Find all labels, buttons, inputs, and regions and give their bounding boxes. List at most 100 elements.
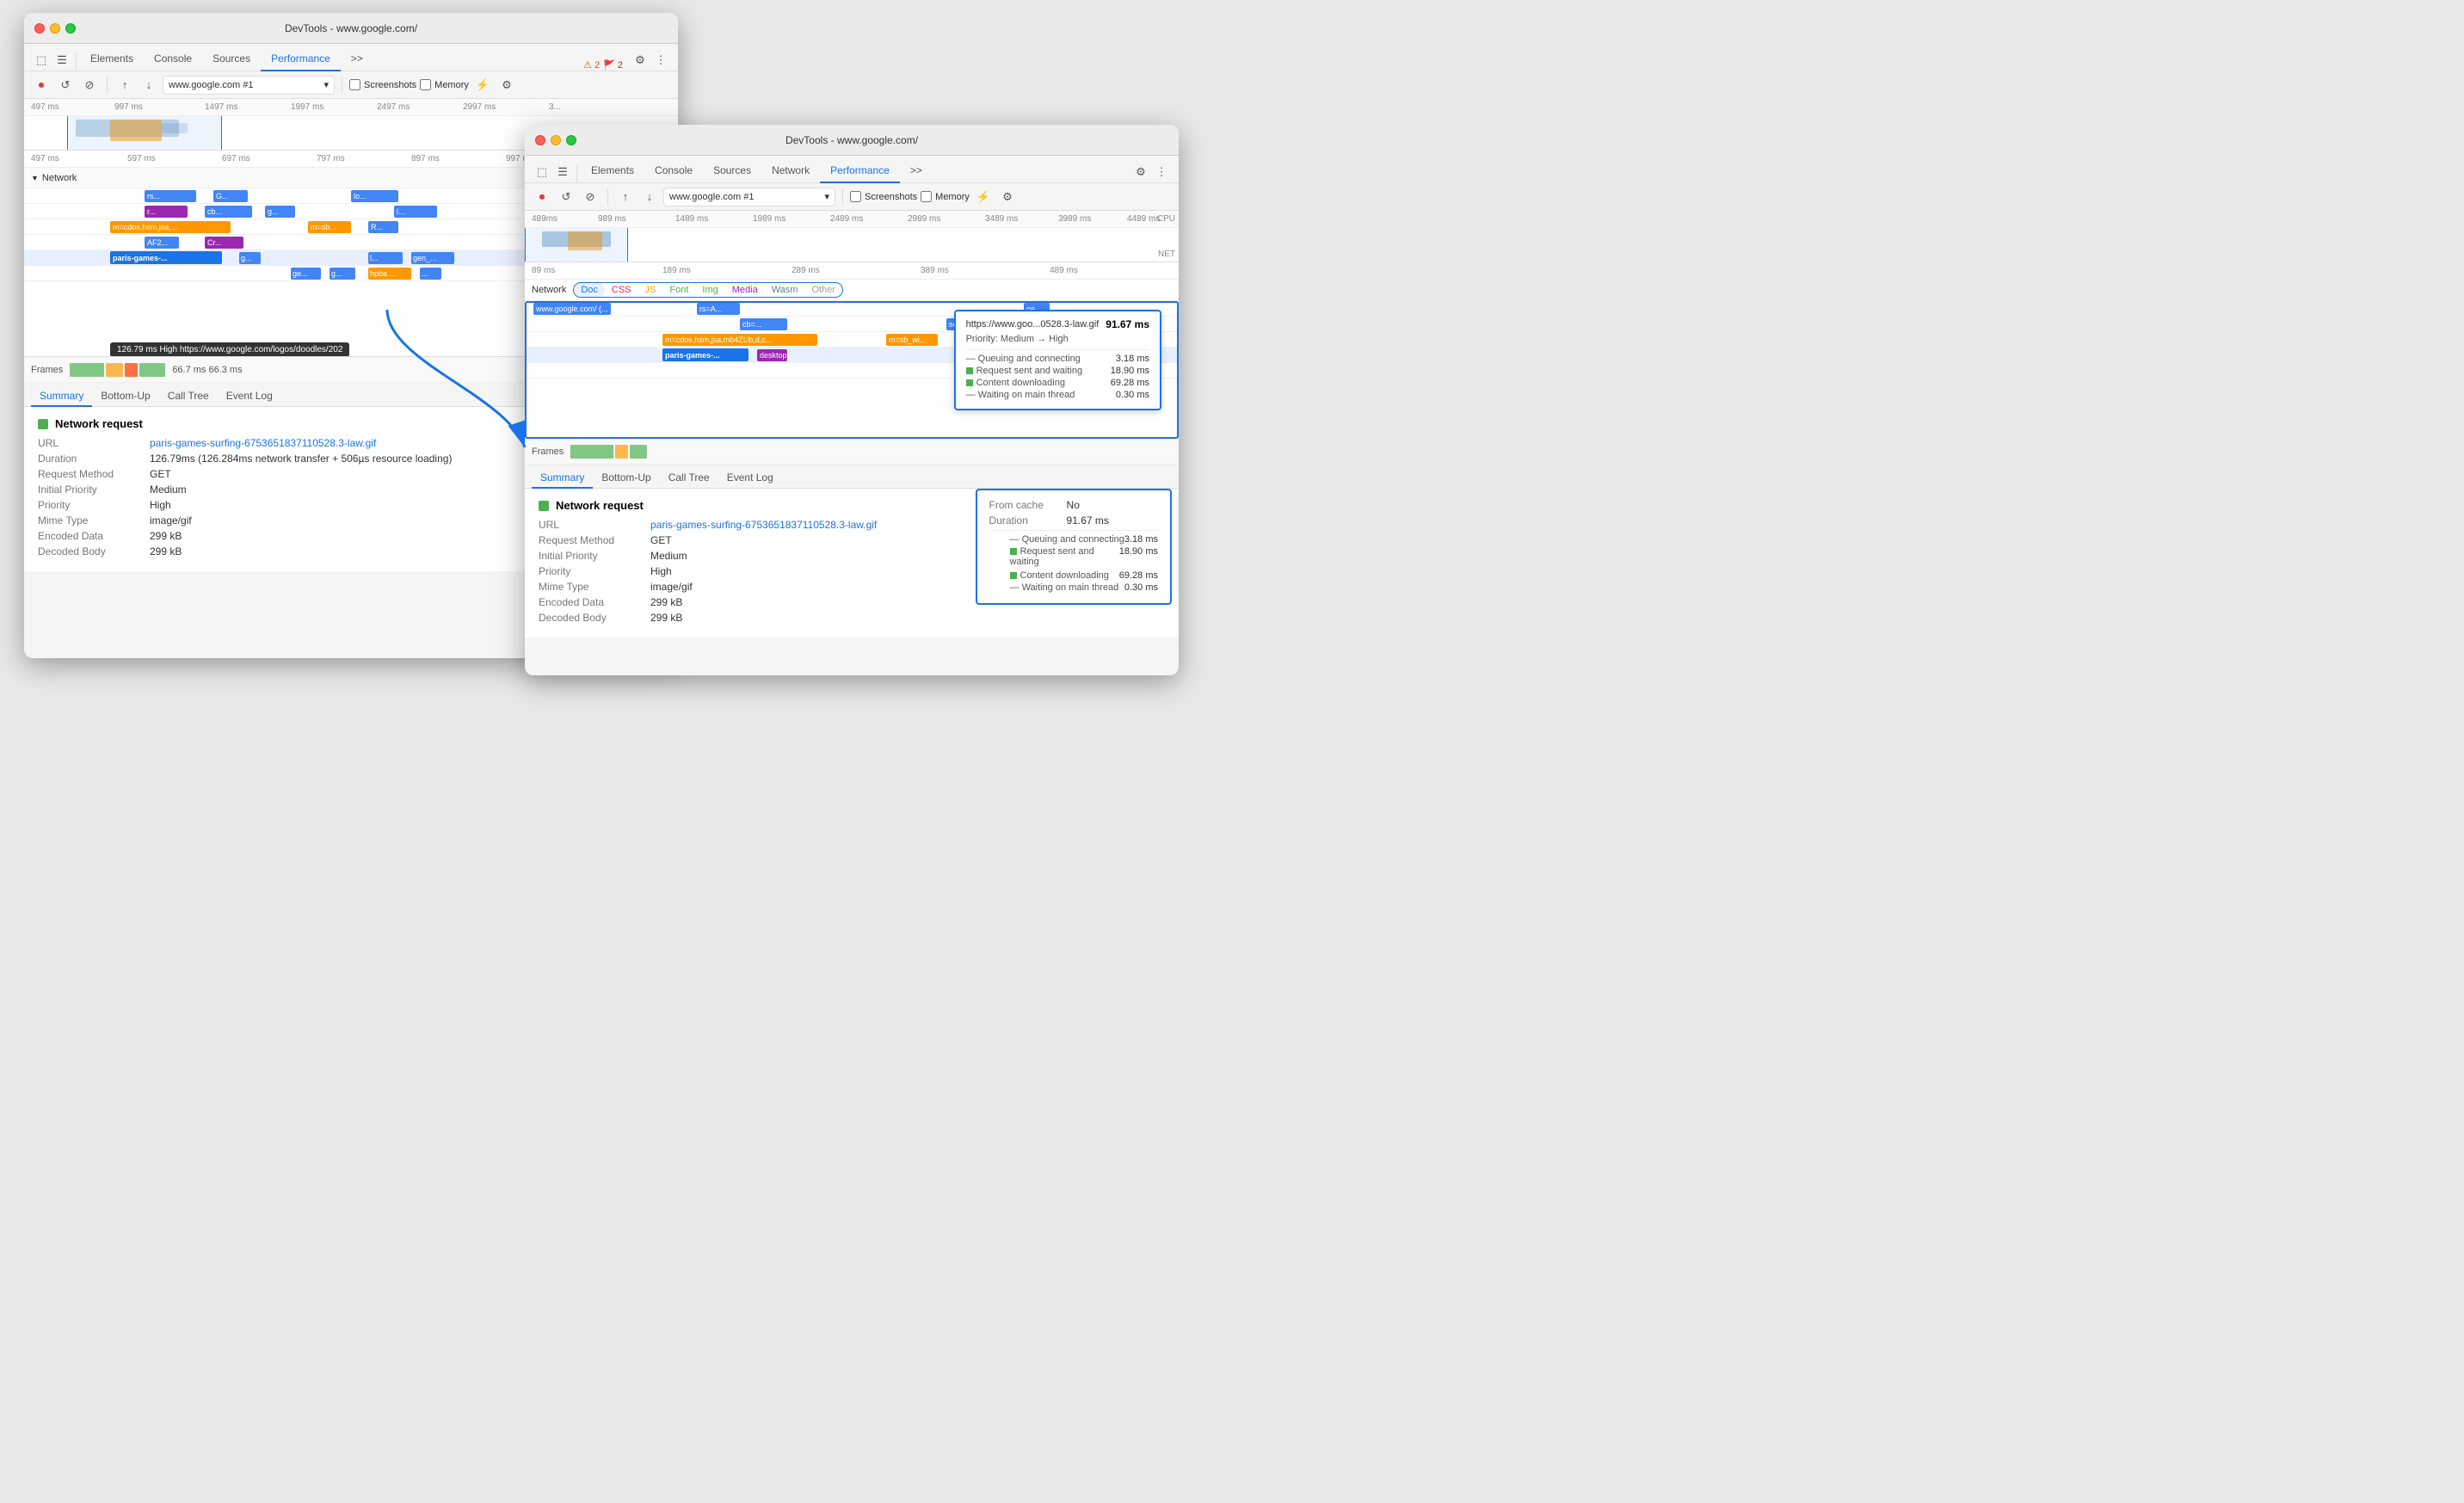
bar-tooltip-1: 126.79 ms High https://www.google.com/lo… [110,342,349,357]
cache-sub-rows-2: — Queuing and connecting 3.18 ms Request… [989,530,1158,593]
duration-label-1: Duration [38,453,150,465]
priority-value-1: High [150,499,171,511]
inspect-icon-2[interactable]: ⬚ [532,162,552,182]
network-tooltip-2: https://www.goo...0528.3-law.gif 91.67 m… [954,310,1161,410]
sep-1 [76,53,77,71]
filter-media-2[interactable]: Media [725,283,765,297]
net-bar-dots: ... [420,268,441,280]
tick-2-7: 3489 ms [985,214,1018,224]
tab-elements-2[interactable]: Elements [581,159,644,183]
sub-waiting-2: — Waiting on main thread 0.30 ms [996,582,1158,593]
memory-check-2[interactable]: Memory [921,191,970,202]
tab-more-1[interactable]: >> [341,47,373,71]
screenshots-check-1[interactable]: Screenshots [349,79,416,90]
inspect-icon-1[interactable]: ⬚ [31,50,52,71]
filter-other-2[interactable]: Other [804,283,842,297]
network-rows-2: www.google.com/ (... rs=A... ge... cb=..… [525,301,1179,439]
tab-sources-2[interactable]: Sources [703,159,761,183]
tooltip-priority-from-2: Medium [1001,334,1034,344]
frame-2-3 [630,445,647,459]
encoded-value-2: 299 kB [650,596,682,608]
network-label-1: Network [42,173,77,183]
record-icon-1[interactable]: ⏺ [31,75,52,95]
cpu-label-2: CPU [1157,214,1175,224]
tab-bottomup-2[interactable]: Bottom-Up [593,468,659,489]
filter-js-2[interactable]: JS [638,283,663,297]
tab-summary-1[interactable]: Summary [31,386,92,407]
init-priority-label-1: Initial Priority [38,484,150,496]
tab-summary-2[interactable]: Summary [532,468,593,489]
url-chevron-1[interactable]: ▾ [323,79,329,90]
reload-icon-2[interactable]: ↺ [556,187,576,207]
minimize-button-1[interactable] [50,23,60,34]
tab-performance-1[interactable]: Performance [261,47,341,71]
decoded-value-2: 299 kB [650,612,682,624]
reload-icon-1[interactable]: ↺ [55,75,76,95]
close-button-1[interactable] [34,23,45,34]
url-value-1[interactable]: paris-games-surfing-6753651837110528.3-l… [150,437,376,449]
tab-more-2[interactable]: >> [900,159,933,183]
net-bar-g: g... [239,252,261,264]
filter-wasm-2[interactable]: Wasm [765,283,805,297]
tab-calltree-2[interactable]: Call Tree [660,468,718,489]
tab-performance-2[interactable]: Performance [820,159,900,183]
init-priority-value-2: Medium [650,550,687,562]
device-icon-1[interactable]: ☰ [52,50,72,71]
tick-6: 2997 ms [463,102,496,112]
filter-img-2[interactable]: Img [695,283,724,297]
more-icon-2[interactable]: ⋮ [1151,162,1172,182]
stop-icon-2[interactable]: ⊘ [580,187,601,207]
tab-elements-1[interactable]: Elements [80,47,144,71]
record-icon-2[interactable]: ⏺ [532,187,552,207]
tick-2-1: 489ms [532,214,557,224]
tab-eventlog-2[interactable]: Event Log [718,468,782,489]
sub-queuing-2: — Queuing and connecting 3.18 ms [996,534,1158,545]
url-text-2: www.google.com #1 [669,192,754,202]
bar-mcdos-2: m=cdos,hsm,jsa,mb4ZUb,d,c... [662,334,817,346]
settings2-icon-1[interactable]: ⚙ [496,75,517,95]
maximize-button-1[interactable] [65,23,76,34]
download-icon-2[interactable]: ↓ [639,187,660,207]
url-chevron-2[interactable]: ▾ [824,191,829,202]
mime-value-2: image/gif [650,581,693,593]
window-title-2: DevTools - www.google.com/ [785,134,918,146]
filter-css-2[interactable]: CSS [605,283,638,297]
upload-icon-1[interactable]: ↑ [114,75,135,95]
sep-2 [107,77,108,94]
filter-doc-2[interactable]: Doc [574,283,605,297]
download-icon-1[interactable]: ↓ [139,75,159,95]
color-dot-1 [38,419,48,429]
sep-6 [842,188,843,206]
filter-font-2[interactable]: Font [662,283,695,297]
settings-icon-2[interactable]: ⚙ [1130,162,1151,182]
settings-icon-1[interactable]: ⚙ [630,50,650,71]
tick-7: 3... [549,102,561,112]
tab-sources-1[interactable]: Sources [202,47,261,71]
tab-eventlog-1[interactable]: Event Log [218,386,281,407]
more-icon-1[interactable]: ⋮ [650,50,671,71]
tick-3: 1497 ms [205,102,237,112]
upload-icon-2[interactable]: ↑ [615,187,636,207]
screenshots-check-2[interactable]: Screenshots [850,191,917,202]
timeline-ruler-1: 497 ms 997 ms 1497 ms 1997 ms 2497 ms 29… [24,99,678,116]
minimize-button-2[interactable] [551,135,561,145]
settings2-icon-2[interactable]: ⚙ [997,187,1018,207]
tab-calltree-1[interactable]: Call Tree [159,386,218,407]
priority-label-2: Priority [539,565,650,577]
bar-tooltip-text-1: 126.79 ms High https://www.google.com/lo… [117,345,342,354]
tooltip-priority-to-2: High [1049,334,1069,344]
tab-bottomup-1[interactable]: Bottom-Up [92,386,158,407]
perf-icon-1[interactable]: ⚡ [472,75,493,95]
close-button-2[interactable] [535,135,545,145]
tab-console-2[interactable]: Console [644,159,703,183]
device-icon-2[interactable]: ☰ [552,162,573,182]
maximize-button-2[interactable] [566,135,576,145]
encoded-label-1: Encoded Data [38,530,150,542]
tab-console-1[interactable]: Console [144,47,202,71]
url-value-2[interactable]: paris-games-surfing-6753651837110528.3-l… [650,519,877,531]
tab-network-2[interactable]: Network [761,159,820,183]
perf-icon-2[interactable]: ⚡ [973,187,994,207]
decoded-label-2: Decoded Body [539,612,650,624]
memory-check-1[interactable]: Memory [420,79,469,90]
stop-icon-1[interactable]: ⊘ [79,75,100,95]
